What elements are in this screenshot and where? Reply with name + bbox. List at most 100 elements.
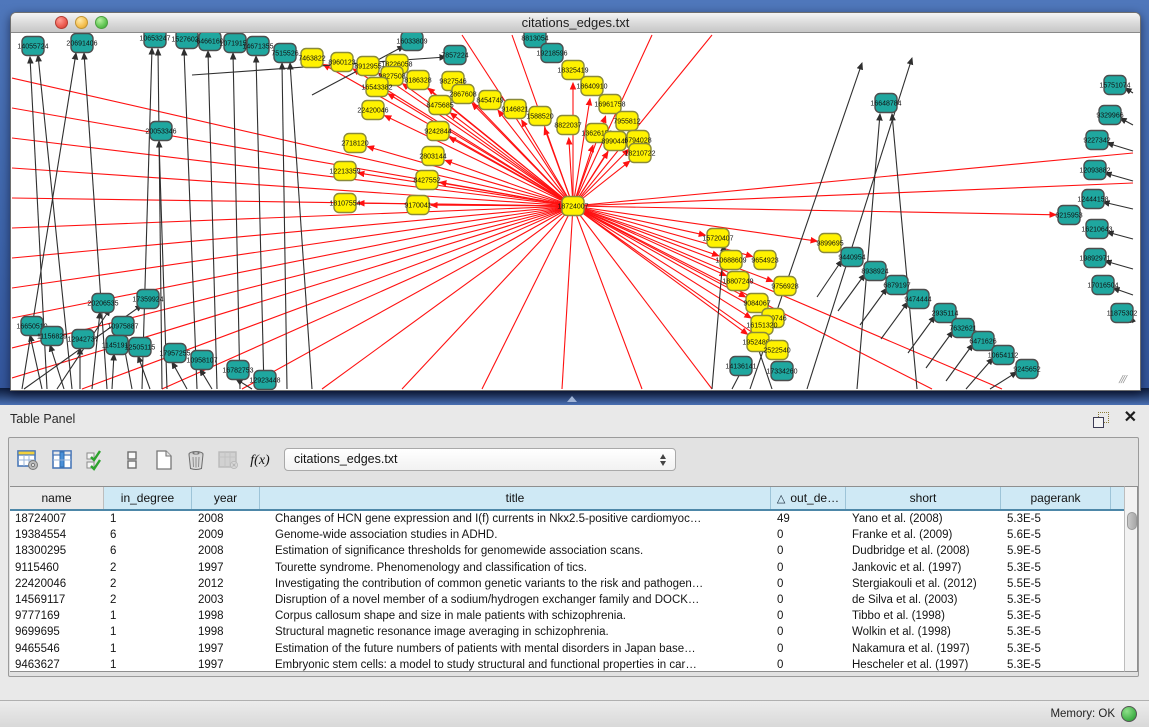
table-cell[interactable]: 1997: [192, 643, 260, 655]
table-cell[interactable]: 6: [104, 529, 192, 541]
edge[interactable]: [184, 49, 197, 389]
selected-edge[interactable]: [358, 173, 573, 206]
column-header-in_degree[interactable]: in_degree: [104, 487, 192, 509]
table-cell[interactable]: Franke et al. (2009): [846, 529, 1001, 541]
scrollbar-thumb[interactable]: [1127, 512, 1137, 530]
table-cell[interactable]: 2: [104, 562, 192, 574]
table-cell[interactable]: Yano et al. (2008): [846, 513, 1001, 525]
edge[interactable]: [290, 63, 312, 389]
function-builder-button[interactable]: f(x): [247, 446, 273, 474]
table-cell[interactable]: 1997: [192, 562, 260, 574]
table-row[interactable]: 1830029562008Estimation of significance …: [10, 543, 1124, 559]
table-cell[interactable]: 18724007: [10, 513, 104, 525]
column-header-name[interactable]: name: [10, 487, 104, 509]
table-cell[interactable]: 5.3E-5: [1001, 610, 1111, 622]
selected-edge[interactable]: [573, 206, 817, 241]
selected-edge[interactable]: [562, 206, 573, 389]
network-graph[interactable]: 1872400789601238912955182260589827508165…: [12, 33, 1137, 390]
table-cell[interactable]: 5.5E-5: [1001, 578, 1111, 590]
table-cell[interactable]: Nakamura et al. (1997): [846, 643, 1001, 655]
selected-edge[interactable]: [573, 183, 1133, 206]
selected-edge[interactable]: [573, 206, 642, 389]
table-cell[interactable]: 0: [771, 529, 846, 541]
table-cell[interactable]: 9115460: [10, 562, 104, 574]
edge[interactable]: [233, 53, 240, 389]
table-cell[interactable]: 2009: [192, 529, 260, 541]
column-header-pagerank[interactable]: pagerank: [1001, 487, 1111, 509]
selected-edge[interactable]: [242, 206, 573, 389]
table-cell[interactable]: 5.3E-5: [1001, 659, 1111, 671]
table-cell[interactable]: Stergiakouli et al. (2012): [846, 578, 1001, 590]
edge[interactable]: [881, 302, 908, 339]
table-cell[interactable]: 5.3E-5: [1001, 513, 1111, 525]
table-row[interactable]: 1872400712008Changes of HCN gene express…: [10, 511, 1124, 527]
delete-table-button[interactable]: [183, 446, 209, 474]
table-cell[interactable]: de Silva et al. (2003): [846, 594, 1001, 606]
table-select-dropdown[interactable]: citations_edges.txt: [284, 448, 676, 471]
show-columns-button[interactable]: [49, 446, 75, 474]
column-header-short[interactable]: short: [846, 487, 1001, 509]
table-cell[interactable]: 5.3E-5: [1001, 643, 1111, 655]
table-cell[interactable]: 2008: [192, 545, 260, 557]
table-cell[interactable]: Wolkin et al. (1998): [846, 626, 1001, 638]
table-cell[interactable]: 0: [771, 659, 846, 671]
table-cell[interactable]: 9777169: [10, 610, 104, 622]
table-cell[interactable]: 2008: [192, 513, 260, 525]
table-cell[interactable]: 5.6E-5: [1001, 529, 1111, 541]
table-row[interactable]: 2242004622012Investigating the contribut…: [10, 576, 1124, 592]
edge[interactable]: [112, 354, 114, 389]
edge[interactable]: [92, 312, 100, 389]
table-cell[interactable]: Genome-wide association studies in ADHD.: [260, 529, 771, 541]
table-cell[interactable]: Corpus callosum shape and size in male p…: [260, 610, 771, 622]
edge[interactable]: [172, 362, 187, 389]
table-cell[interactable]: 18300295: [10, 545, 104, 557]
table-cell[interactable]: 2012: [192, 578, 260, 590]
selected-edge[interactable]: [573, 206, 712, 389]
table-cell[interactable]: Structural magnetic resonance image aver…: [260, 626, 771, 638]
column-header-out_de[interactable]: △out_de…: [771, 487, 846, 509]
selected-edge[interactable]: [573, 206, 1056, 215]
table-cell[interactable]: 9465546: [10, 643, 104, 655]
table-cell[interactable]: 19384554: [10, 529, 104, 541]
table-cell[interactable]: 14569117: [10, 594, 104, 606]
network-canvas[interactable]: 1872400789601238912955182260589827508165…: [12, 33, 1137, 390]
selected-edge[interactable]: [322, 206, 573, 389]
table-cell[interactable]: 5.3E-5: [1001, 562, 1111, 574]
table-cell[interactable]: Estimation of the future numbers of pati…: [260, 643, 771, 655]
table-row[interactable]: 911546021997Tourette syndrome. Phenomeno…: [10, 560, 1124, 576]
edge[interactable]: [138, 356, 150, 389]
selected-edge[interactable]: [573, 206, 719, 256]
table-cell[interactable]: Hescheler et al. (1997): [846, 659, 1001, 671]
column-header-title[interactable]: title: [260, 487, 771, 509]
table-cell[interactable]: 1: [104, 626, 192, 638]
table-cell[interactable]: Embryonic stem cells: a model to study s…: [260, 659, 771, 671]
selected-edge[interactable]: [573, 206, 746, 297]
table-cell[interactable]: Tourette syndrome. Phenomenology and cla…: [260, 562, 771, 574]
table-cell[interactable]: Disruption of a novel member of a sodium…: [260, 594, 771, 606]
table-cell[interactable]: 9699695: [10, 626, 104, 638]
close-icon[interactable]: ✕: [1124, 409, 1137, 427]
table-cell[interactable]: Estimation of significance thresholds fo…: [260, 545, 771, 557]
edge[interactable]: [200, 369, 212, 389]
float-window-icon[interactable]: [1093, 412, 1109, 428]
table-cell[interactable]: 0: [771, 545, 846, 557]
edge[interactable]: [282, 63, 287, 389]
selected-edge[interactable]: [367, 147, 573, 206]
selected-edge[interactable]: [573, 153, 1133, 206]
table-cell[interactable]: 1997: [192, 659, 260, 671]
selected-edge[interactable]: [573, 35, 712, 206]
table-cell[interactable]: 1: [104, 659, 192, 671]
table-cell[interactable]: 1: [104, 513, 192, 525]
table-cell[interactable]: 1: [104, 610, 192, 622]
table-cell[interactable]: 2003: [192, 594, 260, 606]
edge[interactable]: [966, 358, 993, 389]
table-cell[interactable]: Dudbridge et al. (2008): [846, 545, 1001, 557]
edge[interactable]: [256, 56, 264, 389]
table-row[interactable]: 1938455462009Genome-wide association stu…: [10, 527, 1124, 543]
import-table-button[interactable]: [215, 446, 241, 474]
edge[interactable]: [990, 372, 1017, 389]
splitter-handle-icon[interactable]: [567, 396, 577, 402]
table-row[interactable]: 946554611997Estimation of the future num…: [10, 641, 1124, 657]
selected-edge[interactable]: [12, 206, 573, 288]
selected-edge[interactable]: [573, 206, 773, 281]
